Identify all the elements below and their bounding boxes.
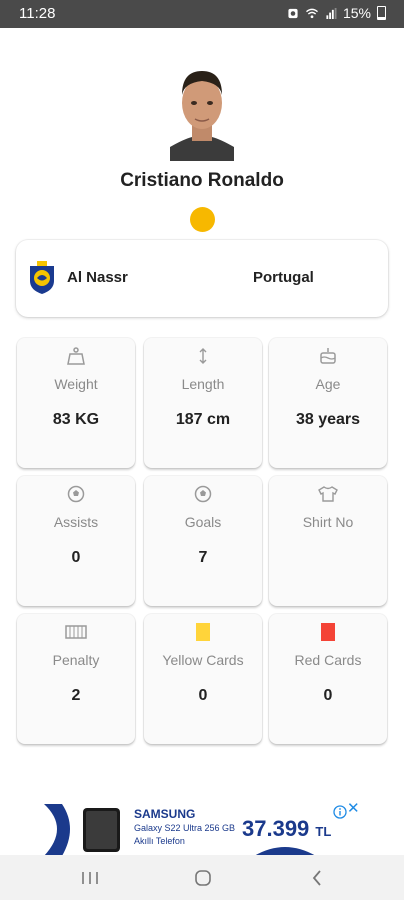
stat-label: Age: [315, 376, 341, 392]
stat-card-yellow-cards: Yellow Cards 0: [144, 614, 262, 744]
stat-value: 2: [71, 687, 81, 704]
ad-close-icon[interactable]: ✕: [347, 801, 361, 816]
stat-card-length: Length 187 cm: [144, 338, 262, 468]
stat-card-red-cards: Red Cards 0: [269, 614, 387, 744]
signal-icon: [326, 7, 337, 19]
stat-value: 187 cm: [175, 411, 231, 428]
stat-value: 83 KG: [52, 411, 100, 428]
weight-icon: [67, 347, 85, 365]
stat-label: Goals: [184, 514, 222, 530]
back-button[interactable]: [302, 867, 332, 889]
ad-subtitle: Akıllı Telefon: [134, 836, 185, 846]
stat-value: 0: [323, 687, 333, 704]
cake-icon: [320, 348, 336, 364]
stat-label: Assists: [53, 514, 99, 530]
soccer-ball-icon: [194, 485, 212, 503]
stat-card-age: Age 38 years: [269, 338, 387, 468]
alarm-icon: [288, 8, 298, 18]
home-button[interactable]: [188, 867, 218, 889]
battery-percent: 15%: [342, 5, 371, 21]
stat-card-goals: Goals 7: [144, 476, 262, 606]
club-card[interactable]: Al Nassr Portugal: [16, 240, 388, 317]
country-name: Portugal: [253, 269, 314, 286]
ad-price: 37.399 TL: [242, 816, 332, 841]
status-time: 11:28: [19, 5, 56, 22]
recent-apps-button[interactable]: [75, 867, 105, 889]
stat-card-weight: Weight 83 KG: [17, 338, 135, 468]
status-dot: [190, 207, 215, 232]
club-logo: [30, 261, 54, 294]
battery-icon: [377, 6, 386, 20]
stat-label: Yellow Cards: [162, 652, 244, 668]
height-icon: [199, 348, 207, 364]
ad-info-icon[interactable]: [333, 805, 347, 819]
status-bar: 11:28 15%: [0, 0, 404, 28]
status-icons: 15%: [287, 5, 386, 21]
club-name: Al Nassr: [67, 269, 128, 286]
stat-card-assists: Assists 0: [17, 476, 135, 606]
stat-label: Penalty: [52, 652, 100, 668]
system-nav-bar: [0, 855, 404, 900]
stat-value: 7: [198, 549, 208, 566]
soccer-ball-icon: [67, 485, 85, 503]
red-card-icon: [321, 623, 335, 641]
goal-net-icon: [65, 625, 87, 639]
stat-value: 0: [198, 687, 208, 704]
stat-value: 0: [71, 549, 81, 566]
yellow-card-icon: [196, 623, 210, 641]
home-icon: [195, 870, 211, 886]
stat-card-penalty: Penalty 2: [17, 614, 135, 744]
ad-product: Galaxy S22 Ultra 256 GB: [134, 823, 236, 833]
ad-brand: SAMSUNG: [134, 807, 196, 821]
wifi-icon: [306, 8, 318, 18]
back-icon: [312, 870, 321, 886]
shirt-icon: [318, 486, 338, 502]
ad-banner[interactable]: SAMSUNG Galaxy S22 Ultra 256 GB Akıllı T…: [0, 800, 404, 856]
stat-label: Weight: [54, 376, 98, 392]
recent-apps-icon: [82, 872, 98, 884]
stat-label: Shirt No: [302, 514, 354, 530]
stat-value: 38 years: [295, 411, 361, 428]
stat-label: Red Cards: [294, 652, 362, 668]
player-photo: [170, 63, 234, 161]
stat-label: Length: [181, 376, 225, 392]
stat-card-shirt-no: Shirt No: [269, 476, 387, 606]
player-name: Cristiano Ronaldo: [120, 170, 284, 191]
